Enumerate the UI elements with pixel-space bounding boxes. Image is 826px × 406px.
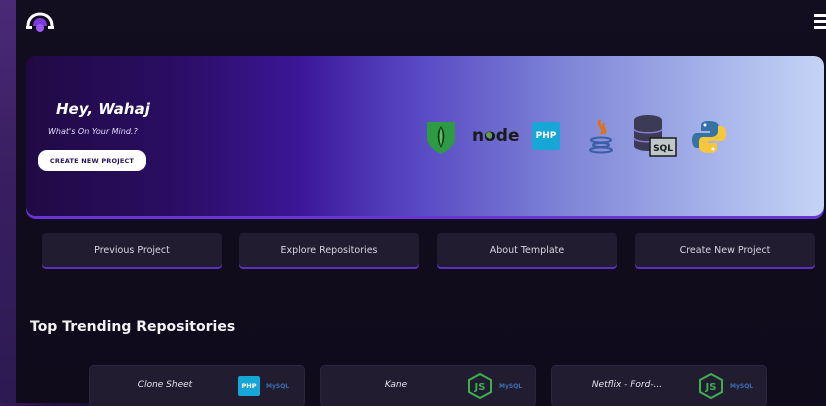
mongodb-icon [424, 118, 458, 160]
repo-card[interactable]: Netflix - Ford-... JS MySQL [552, 366, 766, 406]
explore-repositories-button[interactable]: Explore Repositories [239, 233, 419, 267]
repo-name: Kane [384, 380, 408, 390]
hero-banner: Hey, Wahaj What's On Your Mind.? CREATE … [26, 56, 824, 216]
repo-name: Clone Sheet [137, 380, 193, 390]
hamburger-menu-icon[interactable] [814, 14, 826, 30]
sql-database-icon: SQL [632, 114, 678, 162]
page: Hey, Wahaj What's On Your Mind.? CREATE … [16, 0, 826, 406]
cloud-logo-icon[interactable] [24, 10, 56, 34]
js-text: JS [705, 382, 717, 393]
greeting-subtitle: What's On Your Mind.? [48, 127, 138, 136]
node-text: node [472, 126, 519, 146]
trending-section-title: Top Trending Repositories [30, 319, 236, 335]
previous-project-button[interactable]: Previous Project [42, 233, 222, 267]
about-template-button[interactable]: About Template [437, 233, 617, 267]
nodejs-icon: JS [698, 372, 724, 403]
sql-text: SQL [653, 144, 673, 154]
java-icon [586, 118, 616, 158]
repo-card[interactable]: Clone Sheet PHP MySQL [90, 366, 304, 406]
side-strip [0, 0, 16, 403]
repo-name: Netflix - Ford-... [591, 380, 663, 390]
mysql-icon: MySQL [266, 383, 290, 390]
php-icon: PHP [532, 122, 560, 150]
greeting-title: Hey, Wahaj [56, 100, 150, 118]
nodejs-icon: node [470, 122, 522, 148]
mysql-icon: MySQL [499, 383, 523, 390]
js-text: JS [474, 382, 486, 393]
create-new-project-action-button[interactable]: Create New Project [635, 233, 815, 267]
nodejs-icon: JS [467, 372, 493, 403]
php-icon: PHP [238, 376, 260, 396]
mysql-icon: MySQL [730, 383, 754, 390]
create-new-project-button[interactable]: CREATE NEW PROJECT [38, 150, 146, 171]
repo-card[interactable]: Kane JS MySQL [321, 366, 535, 406]
python-icon [690, 118, 728, 160]
